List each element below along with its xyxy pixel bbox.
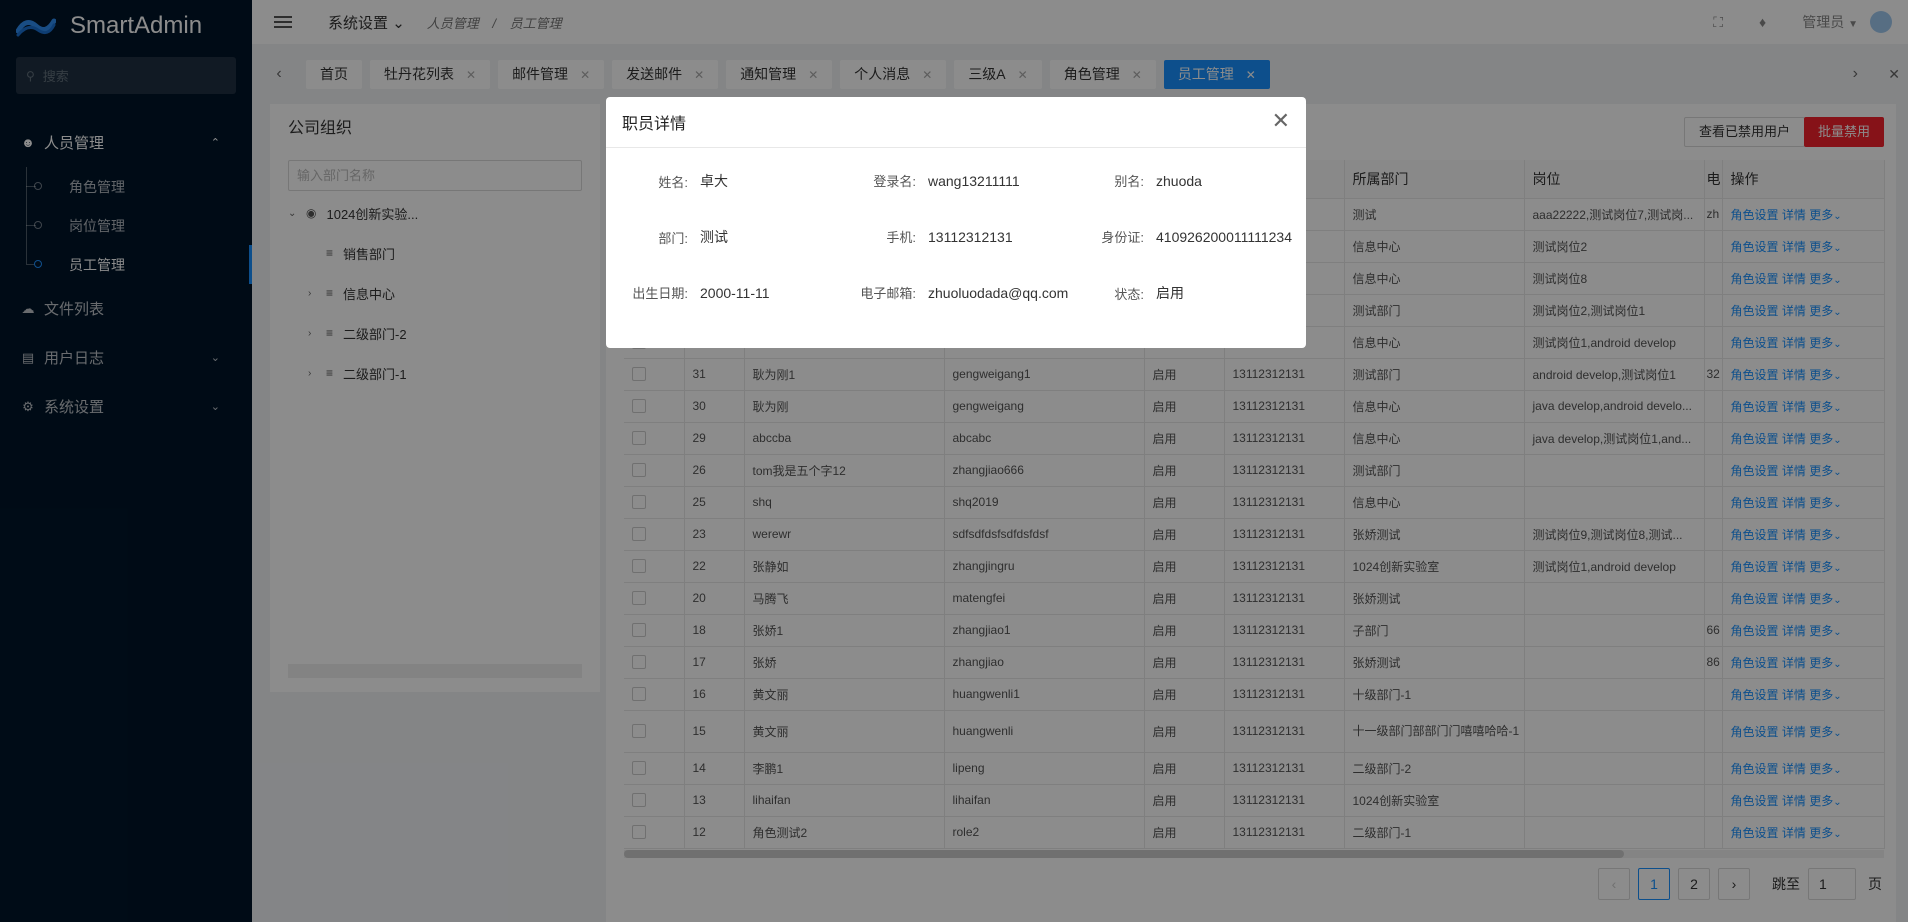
field-label: 登录名: [873, 174, 916, 189]
field-label: 别名: [1114, 174, 1144, 189]
field-birthday: 出生日期: 2000-11-11 [620, 283, 770, 302]
field-label: 电子邮箱: [860, 286, 916, 301]
field-name: 姓名: 卓大 [620, 171, 728, 191]
field-label: 手机: [886, 230, 916, 245]
field-value: 启用 [1156, 285, 1184, 301]
modal-header: 职员详情 ✕ [606, 97, 1306, 148]
field-label: 状态: [1114, 286, 1144, 302]
field-value: zhuoluodada@qq.com [928, 284, 1069, 301]
field-id-card: 身份证: 410926200011111234 [1086, 227, 1292, 246]
field-alias: 别名: zhuoda [1086, 171, 1202, 190]
close-icon[interactable]: ✕ [1272, 110, 1290, 132]
field-value: 13112312131 [928, 228, 1013, 245]
field-value: zhuoda [1156, 172, 1202, 189]
field-email: 电子邮箱: zhuoluodada@qq.com [844, 283, 1068, 302]
modal-title: 职员详情 [622, 116, 687, 133]
field-status: 状态: 启用 [1086, 283, 1184, 303]
field-value: 卓大 [700, 173, 728, 189]
field-label: 出生日期: [632, 286, 688, 301]
field-phone: 手机: 13112312131 [844, 227, 1013, 246]
field-label: 姓名: [658, 174, 688, 190]
employee-detail-modal: 职员详情 ✕ 姓名: 卓大 登录名: wang13211111 别名: zhuoda … [606, 97, 1306, 348]
field-value: 410926200011111234 [1156, 228, 1292, 245]
field-value: wang13211111 [928, 172, 1020, 189]
field-login: 登录名: wang13211111 [844, 171, 1020, 190]
field-value: 2000-11-11 [700, 284, 770, 301]
field-dept: 部门: 测试 [620, 227, 728, 247]
field-value: 测试 [700, 229, 728, 245]
field-label: 部门: [658, 230, 688, 246]
field-label: 身份证: [1101, 230, 1144, 245]
